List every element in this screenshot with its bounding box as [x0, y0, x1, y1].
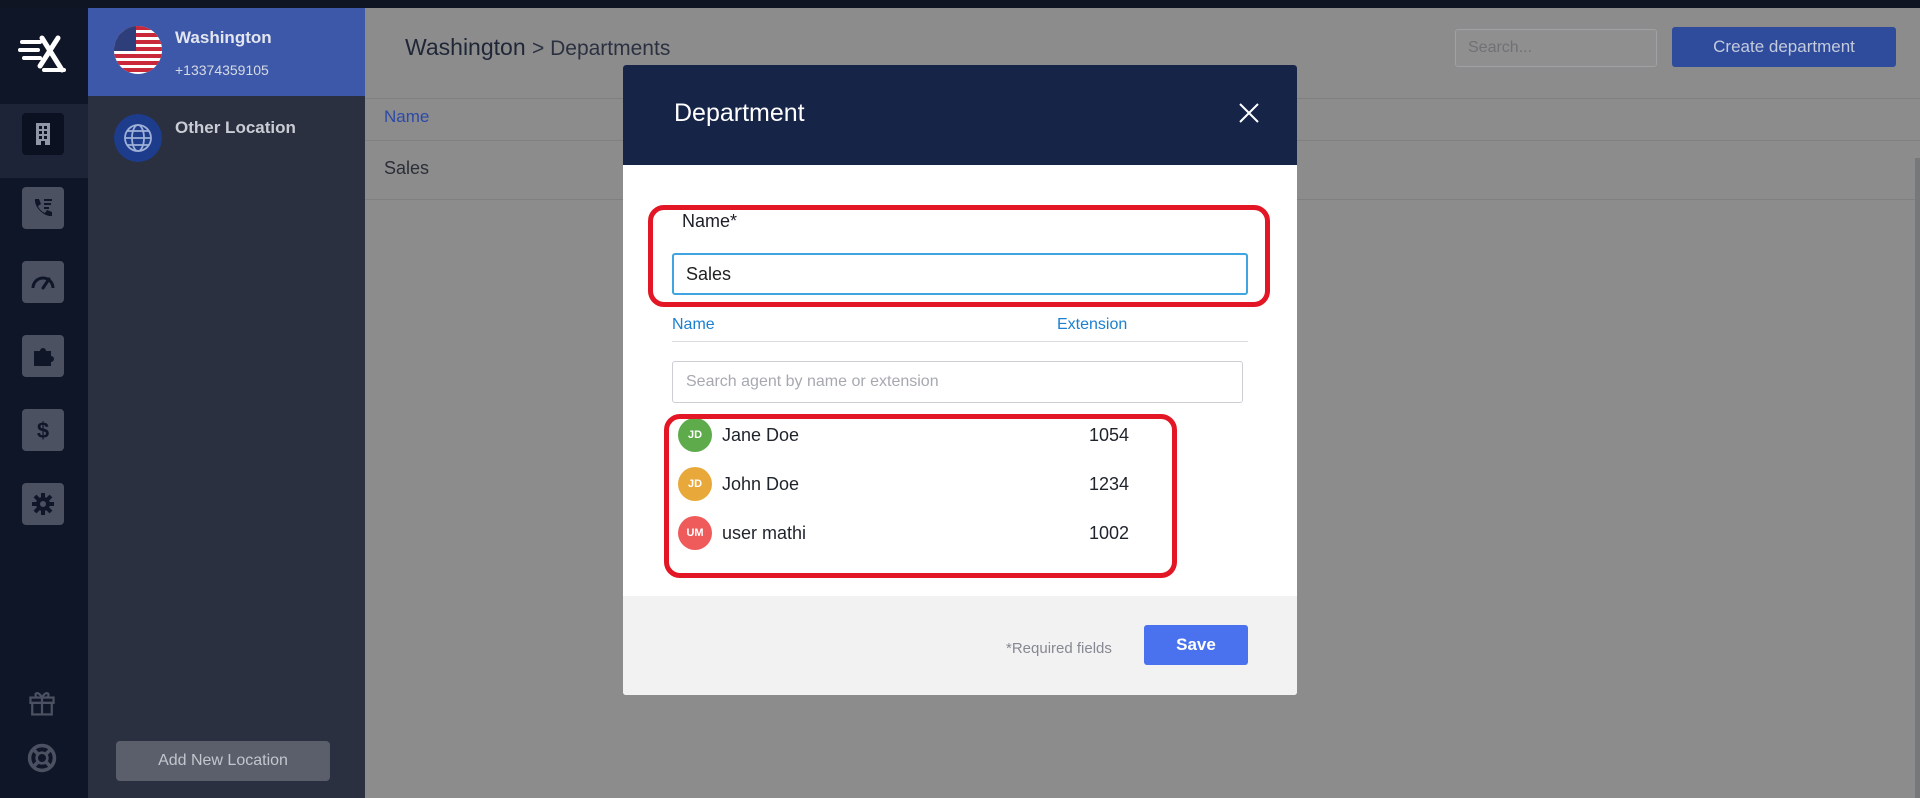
icon-rail: $: [0, 8, 88, 798]
rail-call-routing-button[interactable]: [22, 187, 64, 229]
table-header-name[interactable]: Name: [384, 107, 429, 127]
highlight-box: [648, 205, 1270, 307]
create-department-button[interactable]: Create department: [1672, 27, 1896, 67]
breadcrumb-location[interactable]: Washington: [405, 34, 526, 60]
scrollbar[interactable]: [1915, 158, 1920, 798]
dollar-icon: $: [37, 418, 49, 443]
rail-settings-button[interactable]: [22, 483, 64, 525]
top-strip: [0, 0, 1920, 8]
close-icon[interactable]: [1235, 99, 1263, 127]
agents-header-extension[interactable]: Extension: [1057, 316, 1127, 334]
dashboard-gauge-icon: [31, 276, 55, 290]
location-sidebar: Washington +13374359105 Other Location A…: [88, 8, 365, 798]
rail-billing-button[interactable]: $: [22, 409, 64, 451]
location-phone: +13374359105: [175, 62, 269, 78]
call-routing-icon: [34, 199, 52, 217]
agent-search-input[interactable]: Search agent by name or extension: [672, 361, 1243, 403]
required-fields-note: *Required fields: [1006, 640, 1112, 657]
gift-icon: [29, 692, 55, 716]
add-location-button[interactable]: Add New Location: [116, 741, 330, 781]
lifebuoy-icon: [27, 743, 57, 773]
modal-header: Department: [623, 65, 1297, 165]
breadcrumb-section: > Departments: [532, 37, 671, 60]
rail-integrations-button[interactable]: [22, 335, 64, 377]
svg-text:$: $: [37, 418, 49, 443]
save-button[interactable]: Save: [1144, 625, 1248, 665]
puzzle-icon: [34, 348, 54, 366]
location-item-washington[interactable]: Washington +13374359105: [88, 8, 365, 96]
rail-locations-button[interactable]: [22, 113, 64, 155]
rail-dashboard-button[interactable]: [22, 261, 64, 303]
table-row[interactable]: Sales: [384, 158, 429, 179]
location-name: Washington: [175, 28, 272, 47]
us-flag-icon: [114, 26, 162, 74]
location-item-other[interactable]: Other Location: [88, 96, 365, 184]
search-input[interactable]: Search...: [1455, 29, 1657, 67]
modal-title: Department: [674, 99, 805, 127]
gear-icon: [32, 493, 54, 515]
location-name: Other Location: [175, 118, 296, 137]
divider: [672, 341, 1248, 342]
department-modal: Department Name* Sales Name Extension Se…: [623, 65, 1297, 695]
modal-footer: *Required fields Save: [623, 596, 1297, 695]
agents-header-name[interactable]: Name: [672, 316, 715, 334]
breadcrumb: Washington > Departments: [405, 34, 670, 61]
rail-gift-button[interactable]: [24, 684, 60, 720]
globe-icon: [114, 114, 162, 162]
logo-icon[interactable]: [18, 30, 70, 82]
highlight-box: [664, 414, 1177, 578]
rail-help-button[interactable]: [24, 740, 60, 776]
building-icon: [36, 123, 50, 145]
